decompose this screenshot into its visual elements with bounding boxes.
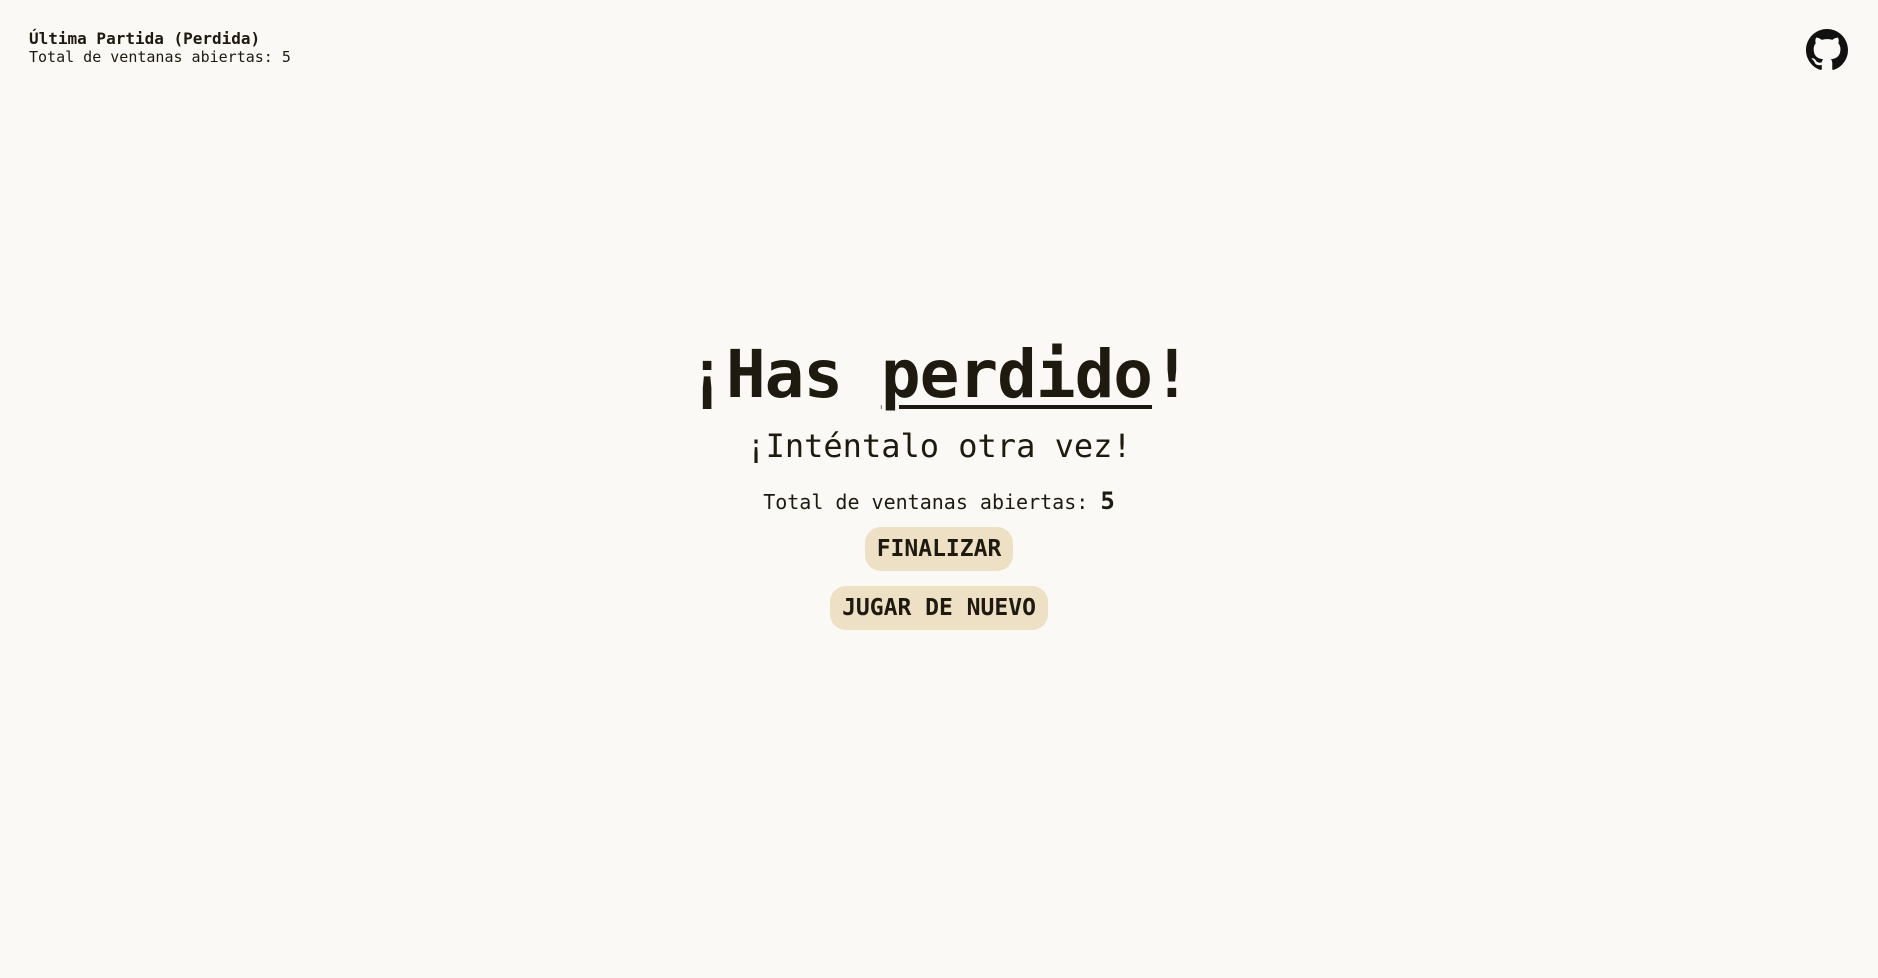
- windows-opened-label: Total de ventanas abiertas:: [763, 490, 1089, 514]
- last-game-summary: Última Partida (Perdida) Total de ventan…: [29, 29, 291, 67]
- headline-lost-word: perdido: [880, 336, 1153, 413]
- github-link[interactable]: [1806, 29, 1848, 71]
- result-panel: ¡Has perdido! ¡Inténtalo otra vez! Total…: [0, 330, 1878, 630]
- finish-button[interactable]: FINALIZAR: [864, 527, 1014, 571]
- windows-opened-summary: Total de ventanas abiertas: 5: [763, 486, 1115, 517]
- last-game-title: Última Partida (Perdida): [29, 29, 261, 48]
- last-game-windows-count: Total de ventanas abiertas: 5: [29, 48, 291, 66]
- github-icon: [1806, 29, 1848, 70]
- headline-suffix: !: [1152, 336, 1192, 413]
- windows-opened-count: 5: [1100, 487, 1115, 515]
- play-again-button[interactable]: JUGAR DE NUEVO: [830, 586, 1048, 630]
- result-subtitle: ¡Inténtalo otra vez!: [746, 427, 1132, 465]
- result-headline: ¡Has perdido!: [687, 330, 1192, 420]
- headline-prefix: ¡Has: [687, 336, 881, 413]
